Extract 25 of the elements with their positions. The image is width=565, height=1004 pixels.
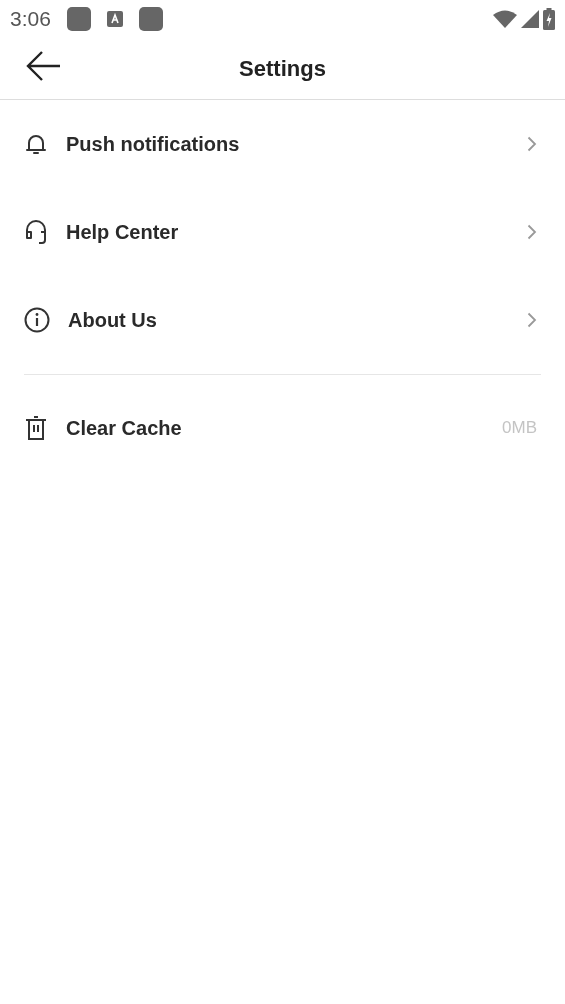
settings-row[interactable]: Clear Cache 0MB	[24, 375, 541, 481]
notification-icon	[66, 7, 91, 31]
notification-icon	[138, 7, 163, 31]
bell-icon	[24, 132, 48, 156]
chevron-right-icon	[527, 136, 537, 152]
keyboard-notification-icon	[106, 11, 123, 27]
wifi-icon	[493, 10, 517, 28]
row-label: About Us	[68, 308, 157, 333]
settings-row[interactable]: Help Center	[0, 188, 565, 276]
page-title: Settings	[239, 55, 326, 83]
row-label: Push notifications	[66, 132, 240, 157]
info-icon	[24, 307, 50, 333]
row-label: Help Center	[66, 220, 179, 245]
status-time: 3:06	[10, 6, 51, 33]
row-label: Clear Cache	[66, 416, 182, 441]
settings-row[interactable]: About Us	[0, 276, 565, 364]
headset-icon	[24, 219, 48, 245]
trash-icon	[24, 415, 48, 441]
cache-size: 0MB	[502, 417, 537, 440]
back-button[interactable]	[26, 50, 62, 82]
settings-row[interactable]: Push notifications	[0, 100, 565, 188]
signal-icon	[521, 10, 539, 28]
chevron-right-icon	[527, 312, 537, 328]
battery-icon	[543, 8, 555, 30]
chevron-right-icon	[527, 224, 537, 240]
